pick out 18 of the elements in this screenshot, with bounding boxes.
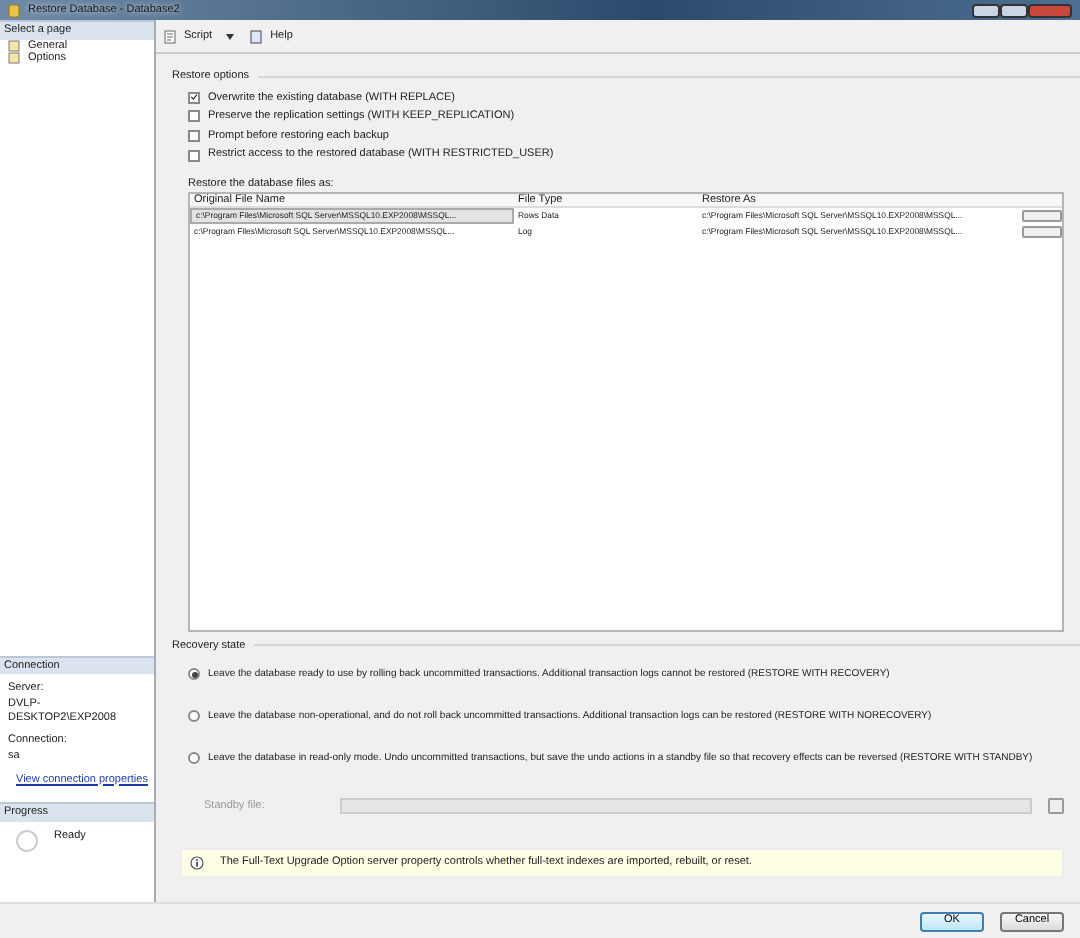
browse-button[interactable]: [1022, 210, 1062, 223]
checkbox[interactable]: [188, 149, 200, 162]
radio-button[interactable]: [188, 752, 200, 765]
info-icon: [190, 856, 204, 871]
database-icon: [8, 3, 20, 17]
document-icon: [164, 29, 176, 43]
caret-icon: [226, 33, 235, 39]
browse-button[interactable]: [1048, 798, 1064, 815]
maximize-button[interactable]: [1000, 3, 1028, 17]
checkbox[interactable]: [188, 91, 200, 104]
radio-button[interactable]: [188, 710, 200, 723]
help-icon: [250, 29, 263, 43]
radio-button[interactable]: [188, 668, 200, 681]
browse-button[interactable]: [1022, 226, 1062, 239]
checkbox[interactable]: [188, 130, 200, 143]
checkbox[interactable]: [188, 110, 200, 123]
minimize-button[interactable]: [972, 3, 1000, 17]
progress-spinner-icon: [16, 830, 38, 852]
